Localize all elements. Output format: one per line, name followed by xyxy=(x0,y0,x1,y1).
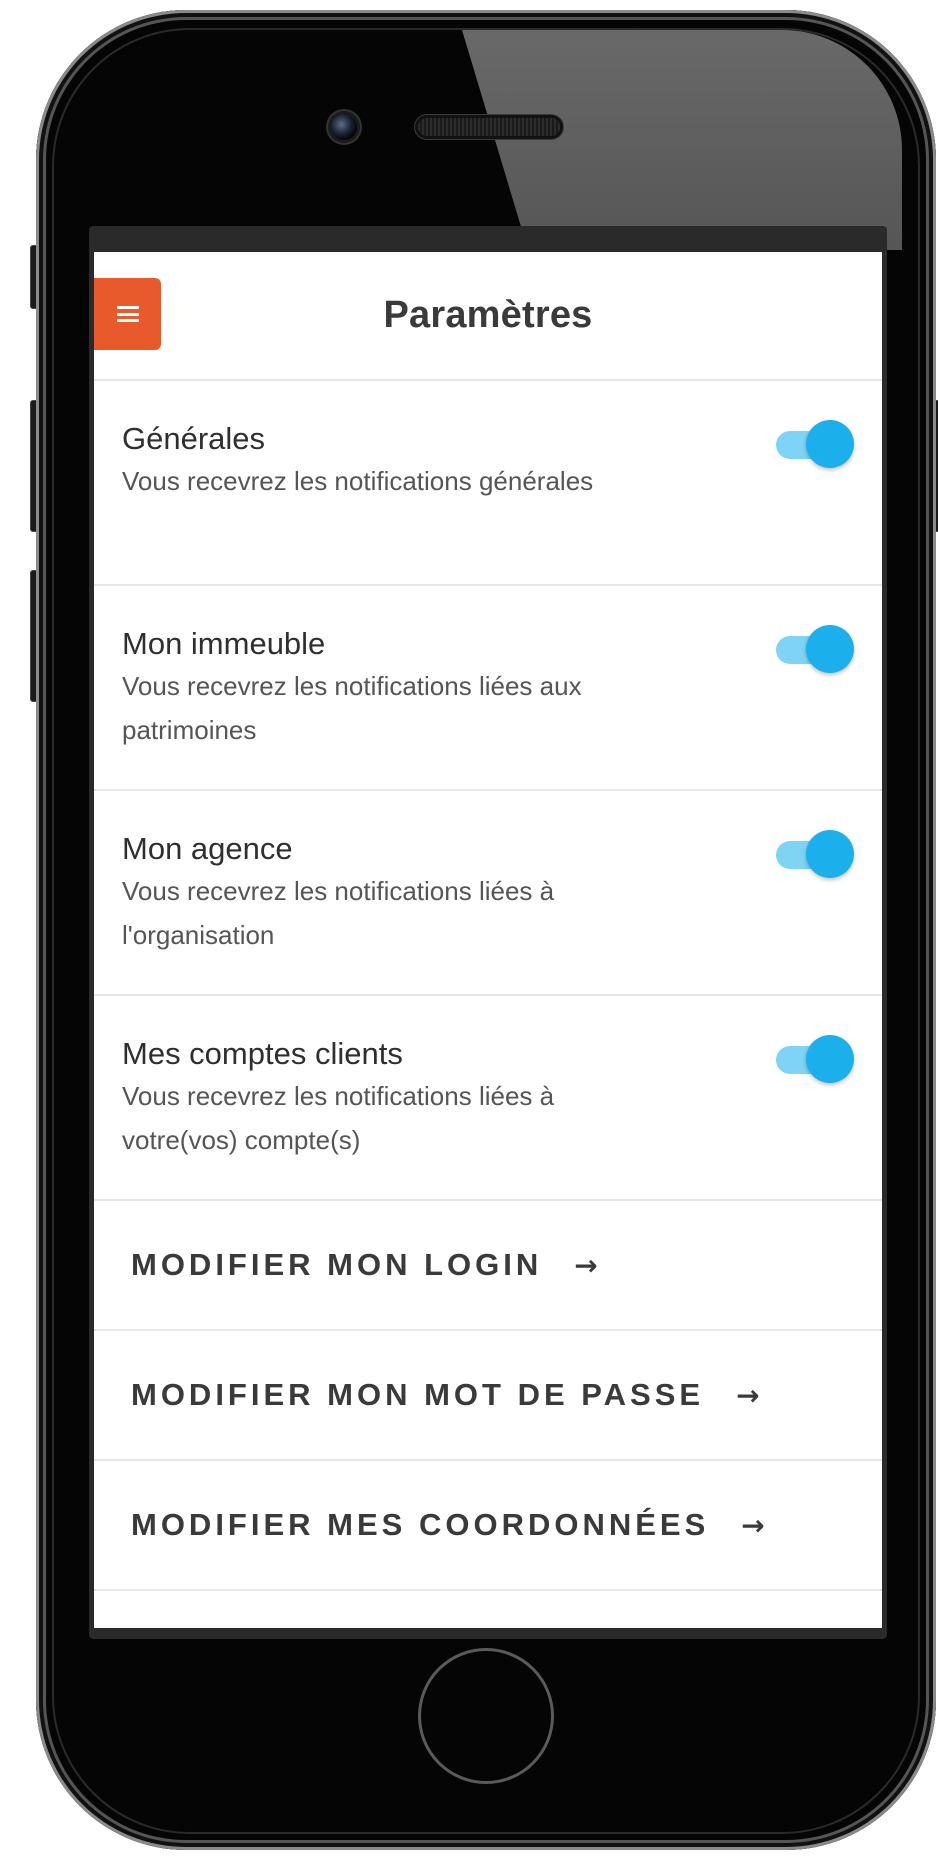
earpiece-speaker xyxy=(418,118,560,136)
setting-description: Vous recevrez les notifications liées à … xyxy=(122,1081,555,1155)
device-mockup: Paramètres Générales Vous recevrez les n… xyxy=(0,0,938,1858)
toggle-generales[interactable] xyxy=(770,419,854,471)
modifier-mot-de-passe-button[interactable]: MODIFIER MON MOT DE PASSE → xyxy=(94,1331,882,1461)
menu-button[interactable] xyxy=(94,278,161,350)
setting-row-mon-agence: Mon agence Vous recevrez les notificatio… xyxy=(94,791,882,996)
app-screen: Paramètres Générales Vous recevrez les n… xyxy=(94,252,882,1628)
toggle-knob xyxy=(806,1035,854,1083)
modifier-coordonnees-button[interactable]: MODIFIER MES COORDONNÉES → xyxy=(94,1461,882,1591)
page-title: Paramètres xyxy=(383,294,593,336)
setting-title: Mon immeuble xyxy=(122,626,326,661)
app-header: Paramètres xyxy=(94,252,882,381)
home-button[interactable] xyxy=(418,1648,554,1784)
setting-title: Générales xyxy=(122,421,266,456)
action-label: MODIFIER MES COORDONNÉES xyxy=(131,1507,710,1542)
front-camera-icon xyxy=(331,114,357,140)
toggle-mes-comptes-clients[interactable] xyxy=(770,1034,854,1086)
toggle-mon-immeuble[interactable] xyxy=(770,624,854,676)
arrow-right-icon: → xyxy=(574,1248,598,1282)
toggle-knob xyxy=(806,830,854,878)
setting-row-mon-immeuble: Mon immeuble Vous recevrez les notificat… xyxy=(94,586,882,791)
toggle-knob xyxy=(806,420,854,468)
modifier-login-button[interactable]: MODIFIER MON LOGIN → xyxy=(94,1201,882,1331)
hamburger-menu-icon xyxy=(116,306,139,322)
setting-title: Mon agence xyxy=(122,831,293,866)
setting-row-mes-comptes-clients: Mes comptes clients Vous recevrez les no… xyxy=(94,996,882,1201)
toggle-knob xyxy=(806,625,854,673)
setting-row-generales: Générales Vous recevrez les notification… xyxy=(94,381,882,586)
setting-description: Vous recevrez les notifications générale… xyxy=(122,466,594,496)
action-label: MODIFIER MON MOT DE PASSE xyxy=(131,1377,705,1412)
arrow-right-icon: → xyxy=(741,1508,765,1542)
setting-description: Vous recevrez les notifications liées à … xyxy=(122,876,555,950)
setting-description: Vous recevrez les notifications liées au… xyxy=(122,671,582,745)
screen-glare xyxy=(462,30,902,250)
toggle-mon-agence[interactable] xyxy=(770,829,854,881)
arrow-right-icon: → xyxy=(736,1378,760,1412)
setting-title: Mes comptes clients xyxy=(122,1036,403,1071)
action-label: MODIFIER MON LOGIN xyxy=(131,1247,543,1282)
